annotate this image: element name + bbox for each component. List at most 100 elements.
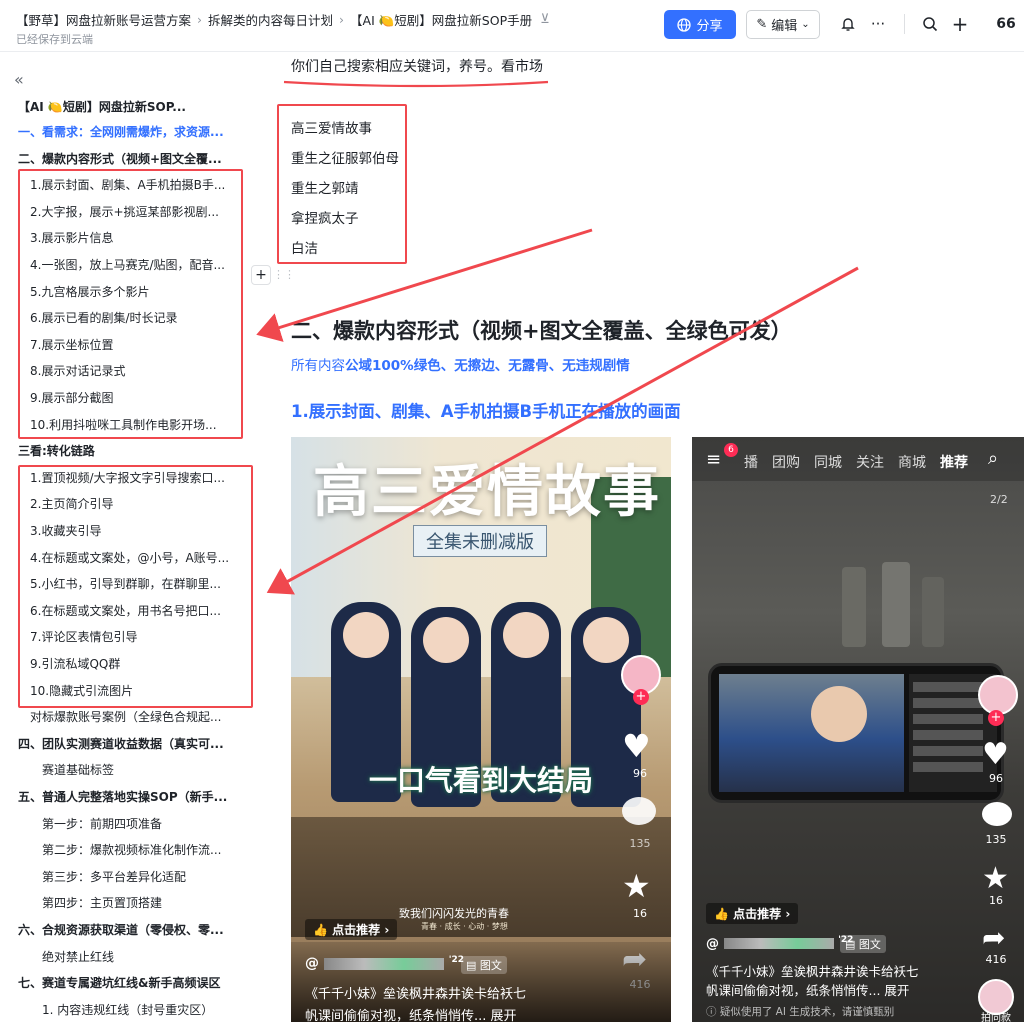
- pin-icon[interactable]: ⊻: [540, 12, 550, 27]
- keyword-item: 拿捏疯太子: [291, 211, 359, 227]
- comment-icon[interactable]: [982, 802, 1012, 826]
- account-handle[interactable]: @ '22: [706, 935, 853, 951]
- recommend-chip[interactable]: 👍 点击推荐 ›: [706, 903, 799, 924]
- caption-line[interactable]: 帆课间偷偷对视，纸条悄悄传... 展开: [706, 980, 909, 999]
- share-arrow-icon[interactable]: ➦: [982, 921, 1005, 954]
- save-status: 已经保存到云端: [16, 33, 93, 46]
- like-count: 96: [989, 772, 1003, 785]
- drag-handle-icon[interactable]: ⋮⋮: [273, 268, 295, 281]
- caption-line[interactable]: 帆课间偷偷对视，纸条悄悄传... 展开: [305, 1005, 517, 1022]
- outline-item[interactable]: 二、爆款内容形式（视频+图文全覆...: [18, 150, 244, 168]
- avatar[interactable]: [978, 675, 1018, 715]
- outline-item[interactable]: 四、团队实测赛道收益数据（真实可...: [18, 735, 244, 753]
- like-count: 96: [633, 767, 647, 780]
- shoot-same-label: 拍同款: [981, 1013, 1011, 1022]
- caption-line: 《千千小妹》垒诶枫井森井诶卡给袄七: [706, 964, 919, 979]
- sub-heading: 1.展示封面、剧集、A手机拍摄B手机正在播放的画面: [291, 402, 681, 421]
- account-at: @: [706, 936, 719, 952]
- follow-plus-icon[interactable]: +: [633, 689, 649, 705]
- app-nav-tab[interactable]: 同城: [814, 452, 842, 472]
- bell-icon[interactable]: [838, 14, 858, 34]
- figure-face: [503, 612, 549, 658]
- top-bar: 【野草】网盘拉新账号运营方案 › 拆解类的内容每日计划 › 【AI 🍋短剧】网盘…: [0, 0, 1024, 52]
- outline-item[interactable]: 第四步：主页置顶搭建: [42, 894, 232, 912]
- section-note: 所有内容公域100%绿色、无擦边、无露骨、无违规剧情: [291, 354, 630, 374]
- outline-item[interactable]: 对标爆款账号案例（全绿色合规起...: [30, 708, 230, 726]
- recommend-label: 点击推荐: [733, 907, 782, 921]
- outline-item[interactable]: 第二步：爆款视频标准化制作流...: [42, 841, 232, 859]
- breadcrumb-current: 【AI 🍋短剧】网盘拉新SOP手册: [350, 13, 533, 28]
- recommend-label: 点击推荐: [332, 923, 381, 937]
- comment-icon[interactable]: [622, 797, 656, 825]
- sidebar-outline: « 【AI 🍋短剧】网盘拉新SOP... 一、看需求：全网刚需爆炸，求资源...…: [0, 52, 262, 1022]
- account-at: @: [305, 955, 319, 972]
- outline-item[interactable]: 一、看需求：全网刚需爆炸，求资源...: [18, 123, 244, 141]
- background-object: [922, 577, 944, 647]
- menu-icon[interactable]: ≡: [706, 449, 721, 470]
- collapse-sidebar-icon[interactable]: «: [14, 70, 24, 89]
- outline-item[interactable]: 六、合规资源获取渠道（零侵权、零...: [18, 921, 244, 939]
- outline-item[interactable]: 1. 内容违规红线（封号重灾区）: [42, 1001, 232, 1019]
- star-icon[interactable]: ★: [982, 861, 1009, 896]
- comment-count: 135: [985, 833, 1007, 846]
- more-icon[interactable]: ···: [868, 14, 888, 34]
- annotation-underline: [283, 80, 549, 88]
- annotation-box: [18, 465, 253, 708]
- figure-face: [423, 617, 469, 663]
- app-nav-tab[interactable]: 团购: [772, 452, 800, 472]
- recommend-chip[interactable]: 👍 点击推荐 ›: [305, 919, 398, 940]
- outline-item[interactable]: 绝对禁止红线: [42, 948, 232, 966]
- add-icon[interactable]: +: [950, 12, 970, 36]
- keyword-item: 重生之征服郭伯母: [291, 151, 399, 167]
- post-type-tag: ▤ 图文: [840, 935, 886, 953]
- follow-plus-icon[interactable]: +: [988, 710, 1004, 726]
- heart-icon[interactable]: ♥: [982, 737, 1009, 772]
- outline-item[interactable]: 赛道基础标签: [42, 761, 232, 779]
- account-handle[interactable]: @ '22: [305, 955, 464, 972]
- poster-slogan: 一口气看到大结局: [369, 764, 594, 797]
- star-icon[interactable]: ★: [622, 867, 651, 905]
- app-nav-tab[interactable]: 播: [744, 452, 758, 472]
- thumb-icon: 👍: [714, 907, 729, 921]
- background-object: [882, 562, 910, 647]
- search-icon[interactable]: [920, 14, 940, 34]
- notification-badge: 6: [724, 443, 738, 457]
- post-type-tag: ▤ 图文: [461, 956, 507, 974]
- poster-footer: 致我们闪闪发光的青春: [399, 907, 509, 920]
- divider: [904, 14, 905, 34]
- share-button[interactable]: 分享: [664, 10, 736, 39]
- figure-face: [583, 617, 629, 663]
- thumb-icon: 👍: [313, 923, 328, 937]
- blurred-name: [723, 938, 834, 950]
- blurred-name: [323, 957, 444, 970]
- edit-button[interactable]: ✎ 编辑 ⌄: [746, 10, 820, 39]
- breadcrumb-item[interactable]: 拆解类的内容每日计划: [208, 10, 333, 29]
- comment-count: 135: [629, 837, 651, 850]
- ai-notice-text: 疑似使用了 AI 生成技术，请谨慎甄别: [719, 1006, 895, 1018]
- breadcrumb-item[interactable]: 【野草】网盘拉新账号运营方案: [16, 10, 191, 29]
- example-image-poster[interactable]: 高三爱情故事 全集未删减版 一口气看到大结局 致我们闪闪发光的青春 青春 · 成…: [291, 437, 671, 1022]
- search-icon[interactable]: ⌕: [988, 448, 998, 469]
- outline-item[interactable]: 七、赛道专属避坑红线&新手高频误区: [18, 974, 244, 992]
- ai-notice: ⓘ 疑似使用了 AI 生成技术，请谨慎甄别: [706, 1004, 894, 1019]
- heart-icon[interactable]: ♥: [622, 727, 651, 765]
- app-nav-tab[interactable]: 推荐: [940, 452, 968, 472]
- poster-badge: 全集未删减版: [413, 525, 547, 557]
- intro-text: 你们自己搜索相应关键词，养号。看市场: [291, 59, 543, 75]
- example-image-phone[interactable]: ≡ 6 播团购 同城 关注 商城 推荐 ⌕ 2/2 + ♥ 96 135 ★ 16 ➦ …: [692, 437, 1024, 1022]
- section-heading: 二、爆款内容形式（视频+图文全覆盖、全绿色可发）: [291, 319, 792, 343]
- app-nav-tab[interactable]: 关注: [856, 452, 884, 472]
- app-nav-tabs: 播团购 同城 关注 商城 推荐: [744, 452, 968, 472]
- keyword-item: 高三爱情故事: [291, 121, 372, 137]
- figure-face: [343, 612, 389, 658]
- outline-item[interactable]: 第三步：多平台差异化适配: [42, 868, 232, 886]
- outline-item[interactable]: 第一步：前期四项准备: [42, 815, 232, 833]
- outline-item[interactable]: 三看:转化链路: [18, 442, 244, 460]
- app-nav-tab[interactable]: 商城: [898, 452, 926, 472]
- edit-label: 编辑: [771, 19, 798, 34]
- outline-doc-title[interactable]: 【AI 🍋短剧】网盘拉新SOP...: [18, 98, 244, 116]
- quote-icon[interactable]: 66: [996, 14, 1016, 34]
- insert-block-button[interactable]: +: [251, 265, 271, 285]
- outline-item[interactable]: 五、普通人完整落地实操SOP（新手...: [18, 788, 244, 806]
- star-count: 16: [633, 907, 647, 920]
